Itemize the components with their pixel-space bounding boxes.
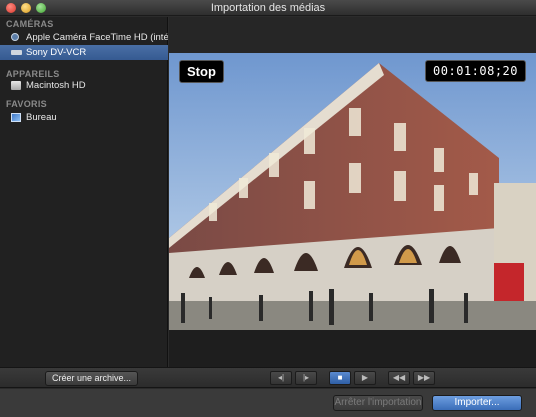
vcr-icon	[11, 50, 22, 55]
viewer-bottom-strip	[169, 330, 536, 367]
building-video-frame	[169, 53, 536, 330]
transport-control-bar: Créer une archive... ◂| |▸ ■ ▶ ◀◀ ▶▶	[0, 367, 536, 388]
play-icon[interactable]: ▶	[354, 371, 376, 385]
title-bar: Importation des médias	[0, 0, 536, 16]
video-preview: Stop 00:01:08;20	[169, 53, 536, 330]
viewer-top-strip	[169, 17, 536, 53]
window-title: Importation des médias	[210, 2, 326, 14]
section-heading-cameras: CAMÉRAS	[6, 19, 54, 29]
sidebar-item-label: Macintosh HD	[26, 80, 86, 91]
section-heading-favorites: FAVORIS	[6, 99, 47, 109]
timecode-display: 00:01:08;20	[425, 60, 526, 82]
sidebar-item-sony-dv-vcr[interactable]: Sony DV-VCR	[0, 45, 168, 60]
transport-status-label: Stop	[179, 60, 224, 83]
fast-forward-icon[interactable]: ▶▶	[413, 371, 435, 385]
previous-frame-icon[interactable]: ◂|	[270, 371, 292, 385]
sidebar-item-macintosh-hd[interactable]: Macintosh HD	[0, 78, 168, 93]
camera-icon	[11, 33, 19, 41]
stop-icon[interactable]: ■	[329, 371, 351, 385]
stop-import-button[interactable]: Arrêter l'importation	[333, 395, 423, 411]
sidebar-item-label: Sony DV-VCR	[26, 47, 87, 58]
next-frame-icon[interactable]: |▸	[295, 371, 317, 385]
sidebar-item-label: Apple Caméra FaceTime HD (intégrée)	[26, 32, 168, 43]
desktop-folder-icon	[11, 113, 21, 122]
sidebar-item-facetime-camera[interactable]: Apple Caméra FaceTime HD (intégrée)	[0, 30, 168, 45]
footer-bar: Arrêter l'importation Importer...	[0, 389, 536, 417]
hard-drive-icon	[11, 81, 21, 90]
rewind-icon[interactable]: ◀◀	[388, 371, 410, 385]
import-button[interactable]: Importer...	[432, 395, 522, 411]
source-sidebar: CAMÉRAS Apple Caméra FaceTime HD (intégr…	[0, 17, 168, 367]
create-archive-button[interactable]: Créer une archive...	[45, 371, 139, 386]
sidebar-item-bureau[interactable]: Bureau	[0, 110, 168, 125]
sidebar-item-label: Bureau	[26, 112, 57, 123]
